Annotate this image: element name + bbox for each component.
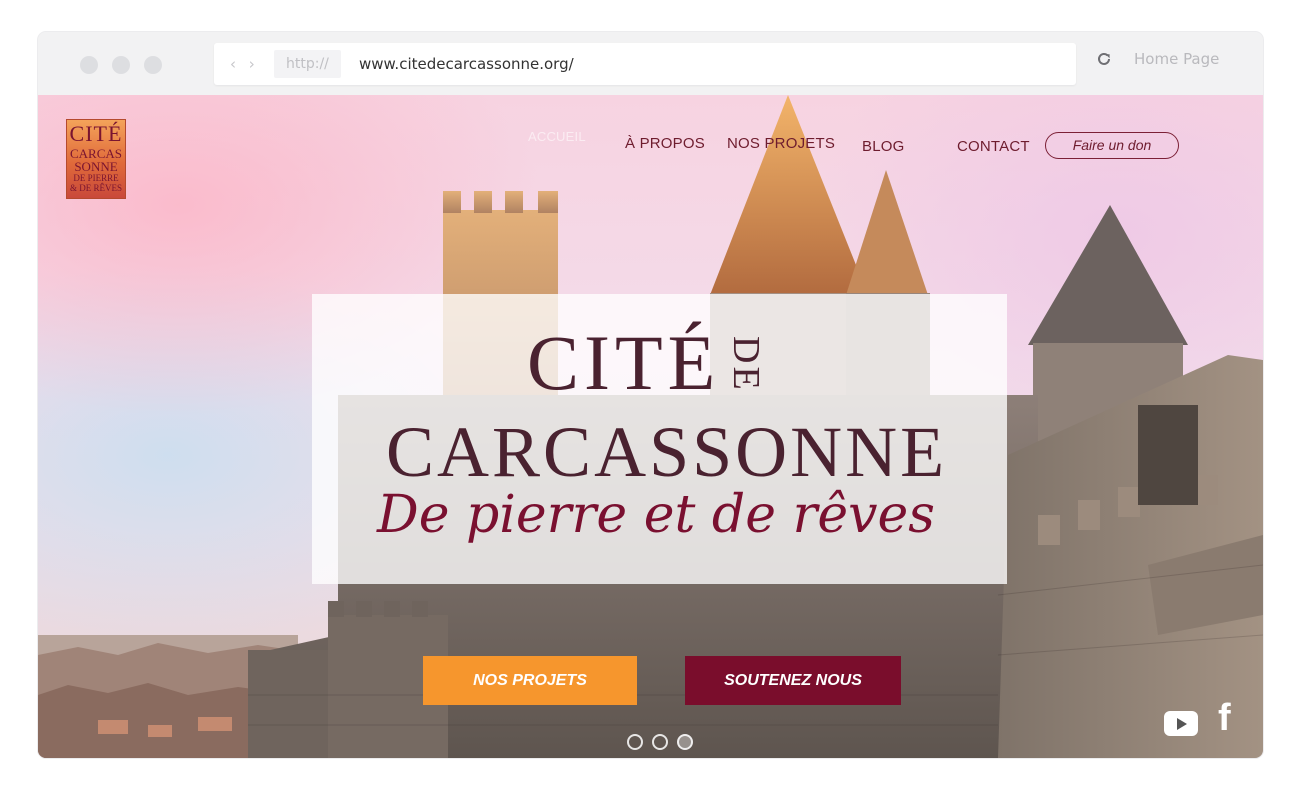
hero-title-cite: CITÉ [527, 319, 721, 406]
window-maximize-dot[interactable] [144, 56, 162, 74]
nav-item-blog[interactable]: BLOG [862, 138, 904, 155]
nav-item-contact[interactable]: CONTACT [957, 138, 1030, 155]
hero-title-de: DE [725, 336, 767, 393]
logo-line-1: CITÉ [69, 121, 123, 146]
soutenez-nous-button[interactable]: SOUTENEZ NOUS [685, 656, 901, 705]
nav-item-a-propos[interactable]: À PROPOS [625, 135, 705, 152]
carousel-dot[interactable] [627, 734, 643, 750]
hero-title-panel: CITÉ DE CARCASSONNE De pierre et de rêve… [312, 294, 1007, 584]
home-page-link[interactable]: Home Page [1134, 50, 1219, 68]
url-text[interactable]: www.citedecarcassonne.org/ [359, 43, 574, 85]
logo-line-5: & DE RÊVES [69, 183, 122, 193]
donate-button[interactable]: Faire un don [1045, 132, 1179, 159]
window-minimize-dot[interactable] [112, 56, 130, 74]
window-close-dot[interactable] [80, 56, 98, 74]
carousel-dot-active[interactable] [677, 734, 693, 750]
youtube-icon[interactable] [1164, 711, 1198, 736]
browser-window: ‹ › http:// www.citedecarcassonne.org/ H… [38, 32, 1263, 758]
back-forward-icons[interactable]: ‹ › [230, 43, 259, 85]
address-bar[interactable]: ‹ › http:// www.citedecarcassonne.org/ [214, 43, 1076, 85]
nav-item-accueil[interactable]: ACCUEIL [528, 129, 586, 144]
logo-line-4: DE PIERRE [73, 173, 119, 183]
site-logo[interactable]: CITÉ CARCAS SONNE DE PIERRE & DE RÊVES [66, 119, 126, 199]
nav-item-nos-projets[interactable]: NOS PROJETS [727, 135, 835, 152]
facebook-icon[interactable]: f [1218, 699, 1231, 737]
protocol-label: http:// [274, 50, 341, 78]
nos-projets-button[interactable]: NOS PROJETS [423, 656, 637, 705]
hero-title-carcassonne: CARCASSONNE [386, 412, 948, 492]
hero-section: CITÉ CARCAS SONNE DE PIERRE & DE RÊVES A… [38, 95, 1263, 758]
browser-toolbar: ‹ › http:// www.citedecarcassonne.org/ H… [38, 32, 1263, 95]
logo-line-3: SONNE [74, 159, 118, 174]
hero-subtitle: De pierre et de rêves [377, 485, 935, 545]
carousel-dot[interactable] [652, 734, 668, 750]
reload-icon[interactable] [1096, 51, 1112, 67]
